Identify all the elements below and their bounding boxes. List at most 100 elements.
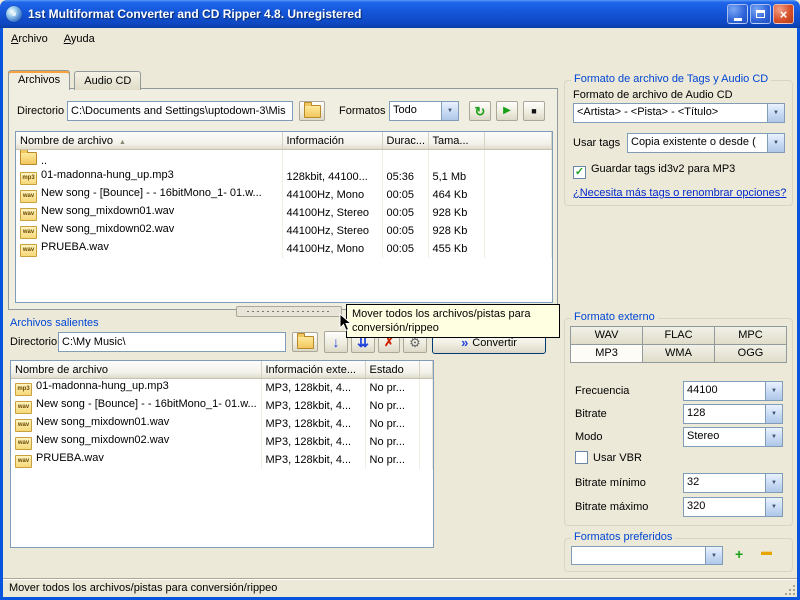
resize-grip[interactable] (783, 583, 795, 595)
column-header[interactable]: Nombre de archivo ▲ (16, 132, 283, 150)
file-row[interactable]: wav New song_mixdown02.wav MP3, 128kbit, 4… (11, 433, 433, 451)
file-row[interactable]: wav PRUEBA.wav 44100Hz, Mono 00:05 455 Kb (16, 240, 552, 258)
cell-status: No pr... (365, 415, 420, 433)
window-controls: × (727, 4, 794, 24)
formats-select-value: Todo (393, 104, 417, 116)
titlebar[interactable]: 1st Multiformat Converter and CD Ripper … (0, 0, 800, 28)
cell-size (428, 149, 485, 168)
mode-value: Stereo (687, 430, 720, 442)
close-button[interactable]: × (773, 4, 794, 24)
cell-size: 464 Kb (428, 186, 485, 204)
format-tab-ogg[interactable]: OGG (714, 344, 787, 363)
cell-name: wav New song_mixdown01.wav (16, 204, 283, 222)
browse-output-folder-button[interactable] (292, 332, 318, 352)
file-name: PRUEBA.wav (41, 241, 109, 253)
tags-group: Formato de archivo de Tags y Audio CD Fo… (564, 73, 793, 206)
cell-size: 928 Kb (428, 204, 485, 222)
tab-archivos[interactable]: Archivos (8, 70, 71, 90)
output-section-title: Archivos salientes (10, 317, 99, 329)
column-header[interactable]: Tama... (428, 132, 485, 150)
cell-filler (484, 149, 552, 168)
output-directory-input[interactable] (58, 332, 286, 352)
tab-audio-cd[interactable]: Audio CD (74, 71, 142, 90)
tooltip-line-2: conversión/rippeo (352, 322, 439, 334)
menu-archivo[interactable]: Archivo (3, 30, 56, 48)
preferred-formats-select[interactable]: ▼ (571, 546, 723, 565)
menu-ayuda[interactable]: Ayuda (56, 30, 103, 48)
file-name: .. (41, 154, 48, 167)
file-row[interactable]: wav New song_mixdown01.wav MP3, 128kbit, 4… (11, 415, 433, 433)
column-header[interactable]: Información (282, 132, 383, 150)
vbr-checkbox[interactable] (575, 451, 588, 464)
status-text: Mover todos los archivos/pistas para con… (9, 582, 278, 594)
cell-name: wav New song_mixdown02.wav (16, 222, 283, 240)
cell-size: 928 Kb (428, 222, 485, 240)
cell-info: MP3, 128kbit, 4... (261, 451, 366, 469)
source-tabs: Archivos Audio CD (8, 70, 142, 90)
bitrate-min-label: Bitrate mínimo (575, 477, 646, 489)
format-tab-mpc[interactable]: MPC (714, 326, 787, 345)
file-row[interactable]: wav PRUEBA.wav MP3, 128kbit, 4... No pr... (11, 451, 433, 469)
audio-cd-format-select[interactable]: <Artista> - <Pista> - <Título> ▼ (573, 103, 785, 123)
formats-label: Formatos (339, 105, 386, 117)
file-row[interactable]: wav New song - [Bounce] - - 16bitMono_1- … (16, 186, 552, 204)
browse-source-folder-button[interactable] (299, 101, 325, 121)
mode-select[interactable]: Stereo ▼ (683, 427, 783, 447)
convert-button-label: Convertir (472, 336, 517, 349)
refresh-button[interactable]: ↻ (469, 101, 491, 121)
file-row[interactable]: wav New song_mixdown02.wav 44100Hz, Stereo… (16, 222, 552, 240)
file-row[interactable]: wav New song_mixdown01.wav 44100Hz, Stereo… (16, 204, 552, 222)
column-header[interactable]: Nombre de archivo (11, 361, 262, 379)
stop-button[interactable]: ■ (523, 101, 545, 121)
mp3-file-icon: mp3 (20, 172, 37, 185)
maximize-button[interactable] (750, 4, 771, 24)
format-tab-flac[interactable]: FLAC (642, 326, 715, 345)
formats-select[interactable]: Todo ▼ (389, 101, 459, 121)
cell-filler (484, 222, 552, 240)
splitter-handle[interactable] (236, 306, 342, 317)
audio-cd-format-value: <Artista> - <Pista> - <Título> (577, 106, 719, 118)
source-tab-page: Directorio Formatos Todo ▼ ↻ ▶ ■ Nombre … (8, 88, 558, 310)
column-header[interactable]: Durac... (382, 132, 429, 150)
source-directory-input[interactable] (67, 101, 293, 121)
folder-open-icon (296, 332, 314, 349)
file-row[interactable]: mp3 01-madonna-hung_up.mp3 MP3, 128kbit, 4… (11, 378, 433, 397)
column-header[interactable]: Información exte... (261, 361, 366, 379)
bitrate-min-select[interactable]: 32 ▼ (683, 473, 783, 493)
add-format-button[interactable]: + (735, 546, 743, 562)
use-tags-select[interactable]: Copia existente o desde ( ▼ (627, 133, 785, 153)
cell-filler (484, 204, 552, 222)
chevron-down-icon: ▼ (765, 498, 782, 516)
cell-size: 455 Kb (428, 240, 485, 258)
play-button[interactable]: ▶ (496, 101, 518, 121)
more-tags-link[interactable]: ¿Necesita más tags o renombrar opciones? (573, 187, 786, 199)
tags-group-title: Formato de archivo de Tags y Audio CD (571, 73, 772, 85)
file-name: New song_mixdown01.wav (41, 205, 175, 217)
cell-duration: 00:05 (382, 204, 429, 222)
format-tab-wma[interactable]: WMA (642, 344, 715, 363)
id3v2-checkbox[interactable]: ✓ (573, 166, 586, 179)
frequency-value: 44100 (687, 384, 718, 396)
cell-status: No pr... (365, 378, 420, 397)
column-header-filler (419, 361, 433, 379)
frequency-label: Frecuencia (575, 385, 630, 397)
cell-name: wav New song - [Bounce] - - 16bitMono_1- … (11, 397, 262, 415)
file-row[interactable]: .. (16, 149, 552, 168)
file-row[interactable]: mp3 01-madonna-hung_up.mp3 128kbit, 44100.… (16, 168, 552, 186)
format-tab-mp3[interactable]: MP3 (570, 344, 643, 363)
vbr-checkbox-row[interactable]: Usar VBR (575, 451, 642, 464)
bitrate-select[interactable]: 128 ▼ (683, 404, 783, 424)
file-row[interactable]: wav New song - [Bounce] - - 16bitMono_1- … (11, 397, 433, 415)
format-tab-wav[interactable]: WAV (570, 326, 643, 345)
cell-info: 44100Hz, Mono (282, 240, 383, 258)
app-icon (6, 6, 22, 22)
minimize-button[interactable] (727, 4, 748, 24)
external-format-group-title: Formato externo (571, 311, 658, 323)
source-file-table: Nombre de archivo ▲ Información Durac... Tam… (16, 132, 552, 258)
frequency-select[interactable]: 44100 ▼ (683, 381, 783, 401)
remove-format-button[interactable]: ▬ (761, 546, 772, 558)
id3v2-checkbox-row[interactable]: ✓ Guardar tags id3v2 para MP3 (573, 163, 735, 179)
wav-file-icon: wav (20, 244, 37, 257)
bitrate-max-select[interactable]: 320 ▼ (683, 497, 783, 517)
column-header[interactable]: Estado (365, 361, 420, 379)
